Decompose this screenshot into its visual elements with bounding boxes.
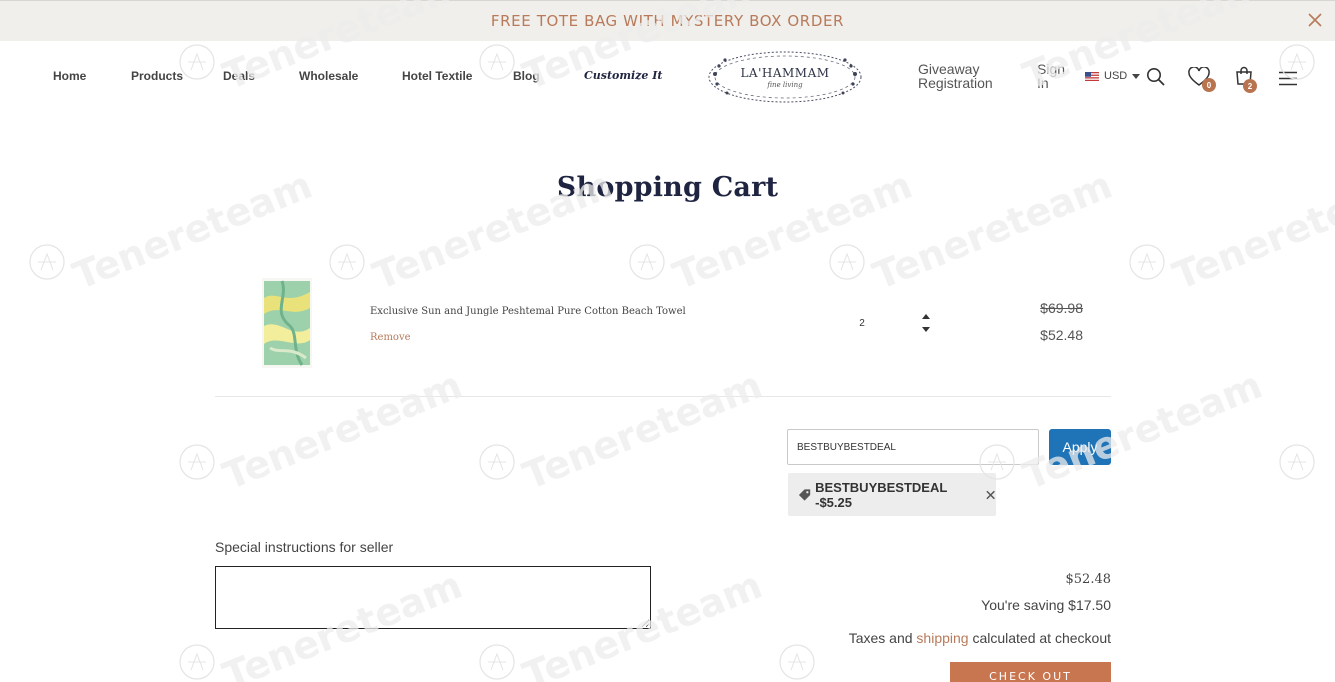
tag-icon (798, 488, 811, 501)
nav-hotel-textile[interactable]: Hotel Textile (402, 69, 472, 83)
discount-code-input[interactable] (787, 429, 1039, 465)
wishlist-count-badge: 0 (1202, 78, 1216, 92)
taxes-prefix: Taxes and (848, 630, 917, 646)
applied-discount-label: BESTBUYBESTDEAL -$5.25 (815, 479, 948, 510)
currency-label: USD (1104, 70, 1128, 82)
watermark-text: Tenereteam (217, 363, 468, 499)
cart-count-badge: 2 (1243, 79, 1257, 93)
apply-discount-button[interactable]: Apply (1049, 429, 1111, 465)
nav-wholesale[interactable]: Wholesale (299, 69, 358, 83)
announcement-bar: FREE TOTE BAG WITH MYSTERY BOX ORDER (0, 0, 1335, 41)
shipping-link[interactable]: shipping (916, 630, 968, 646)
nav-products[interactable]: Products (131, 69, 183, 83)
remove-item-link[interactable]: Remove (370, 332, 411, 343)
quantity-increase-icon[interactable] (921, 312, 931, 320)
wishlist-button[interactable]: 0 (1188, 66, 1216, 93)
brand-tagline: fine living (767, 81, 803, 89)
page-title: Shopping Cart (556, 172, 779, 203)
search-icon[interactable] (1146, 67, 1166, 87)
original-price: $69.98 (1040, 300, 1083, 316)
product-title-link[interactable]: Exclusive Sun and Jungle Peshtemal Pure … (370, 306, 686, 317)
sign-in-link[interactable]: Sign In (1037, 62, 1077, 90)
notes-label: Special instructions for seller (215, 539, 394, 555)
nav-deals[interactable]: Deals (223, 69, 255, 83)
watermark-text: Tenereteam (517, 363, 768, 499)
taxes-note: Taxes and shipping calculated at checkou… (800, 630, 1111, 646)
nav-home[interactable]: Home (53, 69, 86, 83)
brand-logo[interactable]: LA'HAMMAM fine living (705, 48, 865, 106)
close-icon[interactable] (1305, 10, 1325, 30)
applied-discount-tag: BESTBUYBESTDEAL -$5.25 (788, 473, 996, 516)
product-thumbnail[interactable] (262, 278, 312, 368)
cart-button[interactable]: 2 (1234, 66, 1262, 94)
cart-divider (215, 396, 1111, 397)
announcement-text: FREE TOTE BAG WITH MYSTERY BOX ORDER (490, 12, 845, 30)
nav-customize-it[interactable]: Customize It (584, 69, 662, 82)
cart-subtotal: $52.48 (1065, 572, 1112, 587)
us-flag-icon (1085, 71, 1099, 81)
special-instructions-textarea[interactable] (215, 566, 651, 629)
quantity-decrease-icon[interactable] (921, 326, 931, 334)
taxes-suffix: calculated at checkout (968, 630, 1111, 646)
chevron-down-icon (1132, 73, 1141, 79)
quantity-input[interactable] (852, 318, 872, 329)
savings-text: You're saving $17.50 (981, 597, 1111, 613)
final-price: $52.48 (1040, 327, 1083, 343)
brand-name: LA'HAMMAM (740, 66, 830, 80)
nav-blog[interactable]: Blog (513, 69, 540, 83)
giveaway-registration-link[interactable]: Giveaway Registration (918, 62, 998, 90)
menu-icon[interactable] (1279, 71, 1297, 86)
site-header: Home Products Deals Wholesale Hotel Text… (0, 41, 1335, 119)
remove-discount-icon[interactable] (985, 489, 996, 501)
currency-selector[interactable]: USD (1085, 70, 1141, 82)
checkout-button[interactable]: CHECK OUT (950, 662, 1111, 682)
